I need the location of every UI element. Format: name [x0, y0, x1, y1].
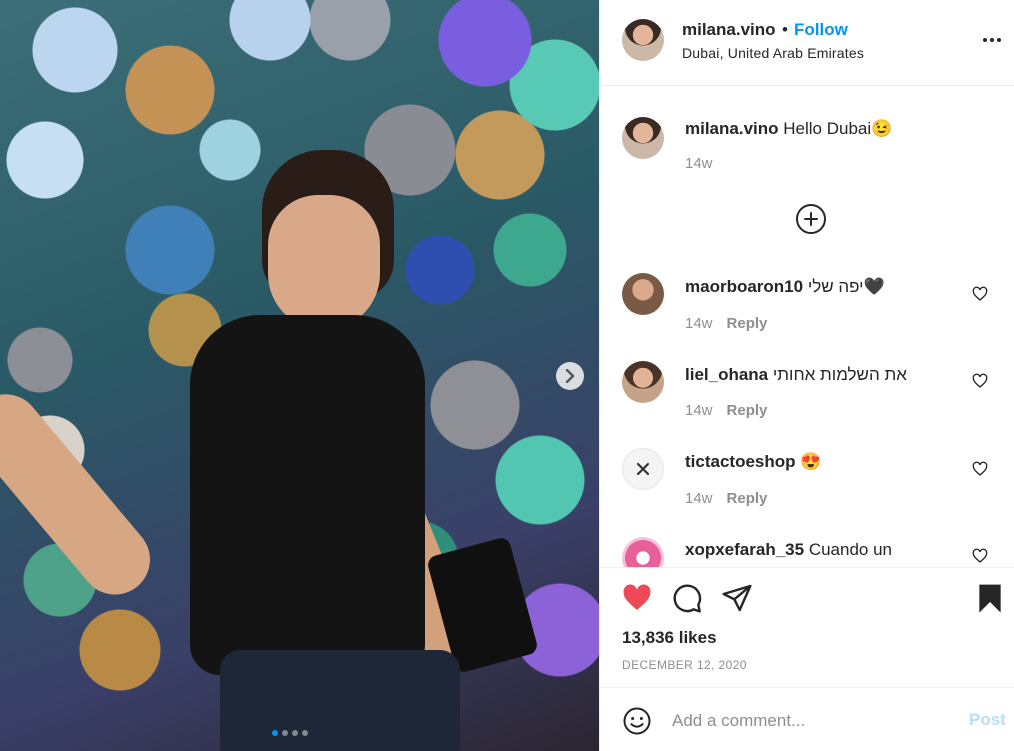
chevron-right-icon [565, 369, 575, 383]
post-header: milana.vino • Follow Dubai, United Arab … [600, 0, 1014, 86]
emoji-picker-button[interactable] [622, 706, 652, 736]
caption-username-link[interactable]: milana.vino [685, 119, 779, 138]
reply-button[interactable]: Reply [727, 402, 768, 419]
comment-meta: 14w Reply [685, 315, 767, 332]
load-more-comments-button[interactable] [796, 204, 826, 234]
location-link[interactable]: Dubai, United Arab Emirates [682, 45, 864, 61]
comment-text: Cuando un [808, 540, 892, 559]
carousel-dot [302, 730, 308, 736]
avatar[interactable] [622, 19, 664, 61]
bookmark-filled-icon [979, 584, 1001, 613]
more-options-button[interactable] [980, 30, 1004, 50]
heart-filled-icon [623, 584, 651, 610]
share-button[interactable] [720, 582, 754, 616]
separator-dot: • [782, 20, 788, 39]
heart-outline-icon [972, 548, 988, 563]
comment-text: את השלמות אחותי [772, 365, 907, 384]
like-button[interactable] [620, 582, 654, 616]
heart-outline-icon [972, 373, 988, 388]
photo-subject-face [268, 195, 380, 330]
post-side-panel: milana.vino • Follow Dubai, United Arab … [599, 0, 1014, 751]
reply-button[interactable]: Reply [727, 315, 768, 332]
reply-button[interactable]: Reply [727, 490, 768, 507]
list-item: tictactoeshop 😍 [685, 452, 821, 472]
avatar[interactable] [622, 117, 664, 159]
avatar[interactable] [622, 273, 664, 315]
comment-timestamp: 14w [685, 402, 713, 419]
comment-meta: 14w Reply [685, 402, 767, 419]
list-item: liel_ohana את השלמות אחותי [685, 365, 907, 385]
comment-username-link[interactable]: maorboaron10 [685, 277, 803, 296]
likes-count[interactable]: 13,836 likes [622, 628, 717, 648]
caption-timestamp: 14w [685, 155, 713, 172]
add-comment-bar: Post [600, 687, 1014, 751]
more-dots-icon [997, 38, 1001, 42]
avatar[interactable] [622, 361, 664, 403]
comment-text: 😍 [800, 452, 822, 471]
carousel-indicator [272, 730, 308, 736]
carousel-dot-active [272, 730, 278, 736]
heart-outline-icon [972, 461, 988, 476]
heart-outline-icon [972, 286, 988, 301]
author-username-link[interactable]: milana.vino [682, 20, 776, 40]
carousel-dot [292, 730, 298, 736]
tictactoe-logo-icon [636, 462, 650, 476]
smiley-face-icon [623, 707, 651, 735]
like-comment-button[interactable] [972, 373, 988, 389]
list-item: xopxefarah_35 Cuando un [685, 540, 892, 560]
comment-text: יפה שלי🖤 [807, 277, 885, 296]
avatar[interactable] [622, 448, 664, 490]
like-comment-button[interactable] [972, 548, 988, 564]
comment-username-link[interactable]: liel_ohana [685, 365, 768, 384]
save-button[interactable] [973, 582, 1007, 616]
post-comment-button[interactable]: Post [969, 710, 1006, 730]
post-date: DECEMBER 12, 2020 [622, 658, 747, 672]
plus-circle-icon [804, 212, 818, 226]
follow-button[interactable]: Follow [794, 20, 848, 40]
like-comment-button[interactable] [972, 461, 988, 477]
comment-button[interactable] [670, 582, 704, 616]
comment-meta: 14w Reply [685, 490, 767, 507]
comment-username-link[interactable]: tictactoeshop [685, 452, 796, 471]
photo-subject-top [190, 315, 425, 675]
caption-text: Hello Dubai😉 [783, 119, 893, 138]
comment-timestamp: 14w [685, 315, 713, 332]
comment-input[interactable] [672, 706, 952, 736]
more-dots-icon [990, 38, 994, 42]
comment-bubble-icon [673, 584, 702, 613]
more-dots-icon [983, 38, 987, 42]
comment-timestamp: 14w [685, 490, 713, 507]
avatar[interactable] [622, 537, 664, 567]
carousel-dot [282, 730, 288, 736]
paper-plane-icon [722, 584, 752, 612]
photo-subject-arm [0, 380, 165, 609]
caption: milana.vino Hello Dubai😉 [685, 119, 892, 139]
comment-username-link[interactable]: xopxefarah_35 [685, 540, 804, 559]
post-actions: 13,836 likes DECEMBER 12, 2020 [600, 567, 1014, 687]
next-slide-button[interactable] [556, 362, 584, 390]
post-photo[interactable] [0, 0, 599, 751]
list-item: maorboaron10 יפה שלי🖤 [685, 277, 885, 297]
photo-subject-jeans [220, 650, 460, 751]
like-comment-button[interactable] [972, 286, 988, 302]
comments-list[interactable]: milana.vino Hello Dubai😉 14w maorboaron1… [600, 87, 1014, 567]
